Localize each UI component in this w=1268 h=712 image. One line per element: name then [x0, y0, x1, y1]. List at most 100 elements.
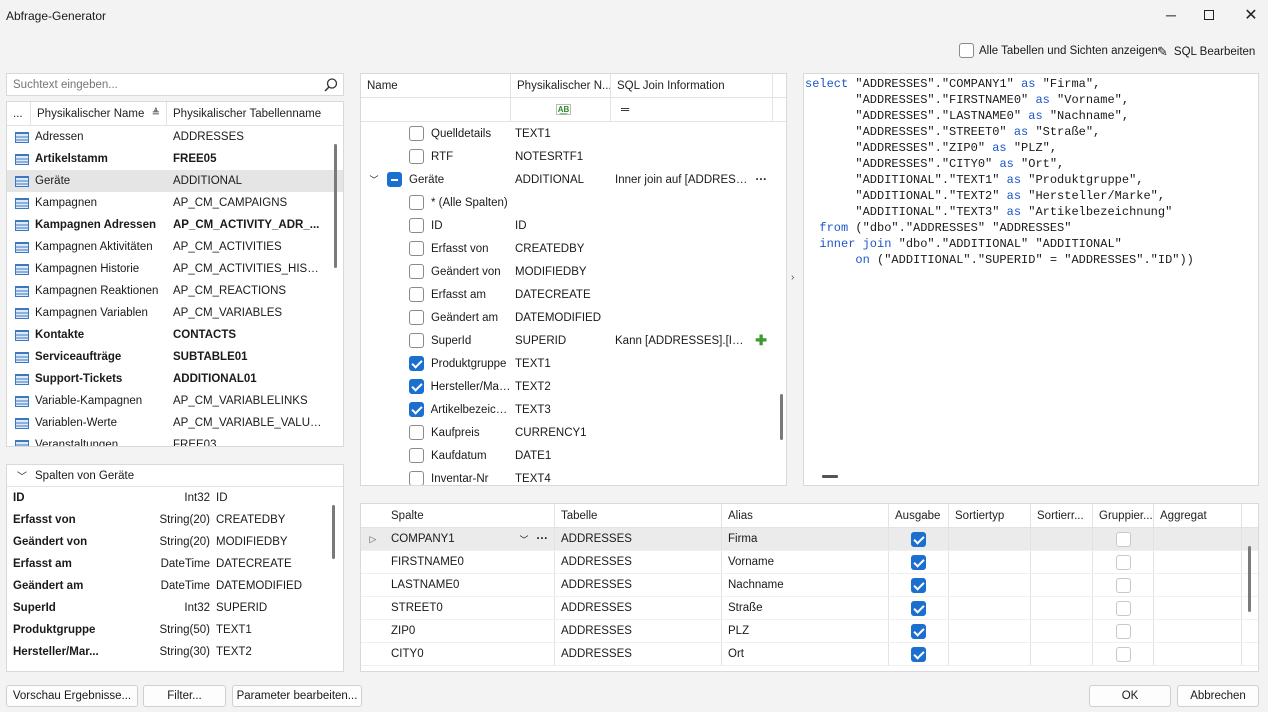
table-row[interactable]: Artikelstamm FREE05	[7, 148, 343, 170]
grid-cell-sortiertyp[interactable]	[949, 597, 1031, 619]
more-icon[interactable]: ···	[537, 533, 549, 545]
sql-edit-button[interactable]: ✎ SQL Bearbeiten	[1157, 44, 1255, 60]
grid-col-sortiertyp[interactable]: Sortiertyp	[949, 504, 1031, 527]
col-header-physical[interactable]: Physikalischer N...	[511, 74, 611, 97]
grid-cell-aggregat[interactable]	[1154, 643, 1242, 665]
table-row[interactable]: Support-Tickets ADDITIONAL01	[7, 368, 343, 390]
add-join-icon[interactable]: ✚	[749, 332, 773, 349]
grid-cell-aggregat[interactable]	[1154, 597, 1242, 619]
table-row[interactable]: Geräte ADDITIONAL	[7, 170, 343, 192]
field-checkbox[interactable]	[408, 379, 424, 394]
grid-cell-sortierreihenfolge[interactable]	[1031, 597, 1093, 619]
field-checkbox[interactable]	[409, 264, 424, 279]
grid-cell-alias[interactable]: Ort	[722, 643, 889, 665]
grid-cell-sortierreihenfolge[interactable]	[1031, 574, 1093, 596]
tree-row[interactable]: * (Alle Spalten)	[361, 191, 786, 214]
grid-cell-spalte[interactable]: FIRSTNAME0	[385, 551, 555, 573]
tree-row[interactable]: RTF NOTESRTF1	[361, 145, 786, 168]
field-checkbox[interactable]	[409, 149, 424, 164]
tree-row[interactable]: Geändert von MODIFIEDBY	[361, 260, 786, 283]
tree-row[interactable]: Erfasst am DATECREATE	[361, 283, 786, 306]
grid-row[interactable]: ZIP0 ADDRESSES PLZ	[361, 620, 1258, 643]
grid-cell-spalte[interactable]: LASTNAME0	[385, 574, 555, 596]
column-row[interactable]: Geändert von String(20) MODIFIEDBY	[7, 531, 343, 553]
grid-cell-aggregat[interactable]	[1154, 620, 1242, 642]
table-row[interactable]: Kampagnen Variablen AP_CM_VARIABLES	[7, 302, 343, 324]
grid-cell-tabelle[interactable]: ADDRESSES	[555, 528, 722, 550]
grid-col-aggregat[interactable]: Aggregat	[1154, 504, 1242, 527]
more-icon[interactable]: ···	[750, 174, 774, 186]
edit-parameters-button[interactable]: Parameter bearbeiten...	[232, 685, 362, 707]
table-row[interactable]: Veranstaltungen FREE03	[7, 434, 343, 446]
grid-scrollbar[interactable]	[1248, 546, 1251, 612]
field-checkbox[interactable]	[409, 471, 424, 485]
grid-row[interactable]: CITY0 ADDRESSES Ort	[361, 643, 1258, 666]
group-checkbox[interactable]	[1115, 600, 1131, 616]
grid-cell-tabelle[interactable]: ADDRESSES	[555, 574, 722, 596]
table-row[interactable]: Serviceaufträge SUBTABLE01	[7, 346, 343, 368]
grid-cell-sortiertyp[interactable]	[949, 551, 1031, 573]
grid-cell-sortierreihenfolge[interactable]	[1031, 620, 1093, 642]
grid-cell-sortiertyp[interactable]	[949, 528, 1031, 550]
column-row[interactable]: SuperId Int32 SUPERID	[7, 597, 343, 619]
column-row[interactable]: Hersteller/Mar... String(30) TEXT2	[7, 641, 343, 663]
field-checkbox[interactable]	[409, 425, 424, 440]
sql-editor[interactable]: select "ADDRESSES"."COMPANY1" as "Firma"…	[803, 73, 1259, 486]
grid-cell-tabelle[interactable]: ADDRESSES	[555, 620, 722, 642]
splitter-arrow-icon[interactable]: ›	[791, 272, 794, 283]
group-checkbox[interactable]	[1115, 646, 1131, 662]
search-box[interactable]	[6, 73, 344, 96]
column-row[interactable]: Erfasst von String(20) CREATEDBY	[7, 509, 343, 531]
grid-cell-sortiertyp[interactable]	[949, 643, 1031, 665]
grid-col-alias[interactable]: Alias	[722, 504, 889, 527]
grid-col-tabelle[interactable]: Tabelle	[555, 504, 722, 527]
column-row[interactable]: ID Int32 ID	[7, 487, 343, 509]
sql-text[interactable]: select "ADDRESSES"."COMPANY1" as "Firma"…	[805, 76, 1258, 268]
tree-row[interactable]: Quelldetails TEXT1	[361, 122, 786, 145]
field-checkbox[interactable]	[409, 218, 424, 233]
field-checkbox[interactable]	[409, 287, 424, 302]
grid-col-ausgabe[interactable]: Ausgabe	[889, 504, 949, 527]
grid-cell-sortierreihenfolge[interactable]	[1031, 643, 1093, 665]
grid-col-gruppierung[interactable]: Gruppier...	[1093, 504, 1154, 527]
table-row[interactable]: Kampagnen Reaktionen AP_CM_REACTIONS	[7, 280, 343, 302]
field-checkbox[interactable]	[409, 310, 424, 325]
grid-cell-sortierreihenfolge[interactable]	[1031, 528, 1093, 550]
output-checkbox[interactable]	[911, 577, 926, 593]
tree-row[interactable]: Inventar-Nr TEXT4	[361, 467, 786, 485]
all-tables-toggle[interactable]: Alle Tabellen und Sichten anzeigen	[959, 43, 1158, 58]
tree-row[interactable]: ID ID	[361, 214, 786, 237]
output-checkbox[interactable]	[911, 646, 926, 662]
tree-row[interactable]: Geändert am DATEMODIFIED	[361, 306, 786, 329]
column-row[interactable]: Produktgruppe String(50) TEXT1	[7, 619, 343, 641]
columns-panel-header[interactable]: ﹀ Spalten von Geräte	[7, 465, 343, 487]
maximize-button[interactable]	[1194, 4, 1224, 26]
table-row[interactable]: Kontakte CONTACTS	[7, 324, 343, 346]
filter-physical-cell[interactable]: A͟B	[511, 98, 611, 121]
preview-button[interactable]: Vorschau Ergebnisse...	[6, 685, 138, 707]
grid-cell-tabelle[interactable]: ADDRESSES	[555, 643, 722, 665]
all-tables-checkbox[interactable]	[959, 43, 974, 58]
grid-cell-alias[interactable]: Firma	[722, 528, 889, 550]
filter-name-cell[interactable]	[361, 98, 511, 121]
sql-scrollbar[interactable]	[822, 475, 838, 478]
group-checkbox[interactable]	[1115, 554, 1131, 570]
col-header-table-name[interactable]: Physikalischer Tabellenname	[167, 102, 343, 125]
field-checkbox[interactable]	[409, 126, 424, 141]
search-icon[interactable]	[323, 77, 339, 93]
grid-cell-alias[interactable]: Vorname	[722, 551, 889, 573]
tables-scrollbar[interactable]	[334, 144, 337, 268]
chevron-down-icon[interactable]: ﹀	[361, 173, 387, 186]
field-checkbox[interactable]	[408, 402, 424, 417]
tree-row[interactable]: Produktgruppe TEXT1	[361, 352, 786, 375]
group-checkbox[interactable]	[1115, 577, 1131, 593]
chevron-down-icon[interactable]: ﹀	[519, 533, 528, 546]
col-header-join[interactable]: SQL Join Information	[611, 74, 773, 97]
columns-scrollbar[interactable]	[332, 505, 335, 559]
table-row[interactable]: Variable-Kampagnen AP_CM_VARIABLELINKS	[7, 390, 343, 412]
ok-button[interactable]: OK	[1089, 685, 1171, 707]
table-row[interactable]: Kampagnen Historie AP_CM_ACTIVITIES_HISTO…	[7, 258, 343, 280]
col-header-more[interactable]: ...	[7, 102, 31, 125]
grid-row[interactable]: ▷ COMPANY1 ﹀ ··· ADDRESSES Firma	[361, 528, 1258, 551]
grid-row[interactable]: LASTNAME0 ADDRESSES Nachname	[361, 574, 1258, 597]
